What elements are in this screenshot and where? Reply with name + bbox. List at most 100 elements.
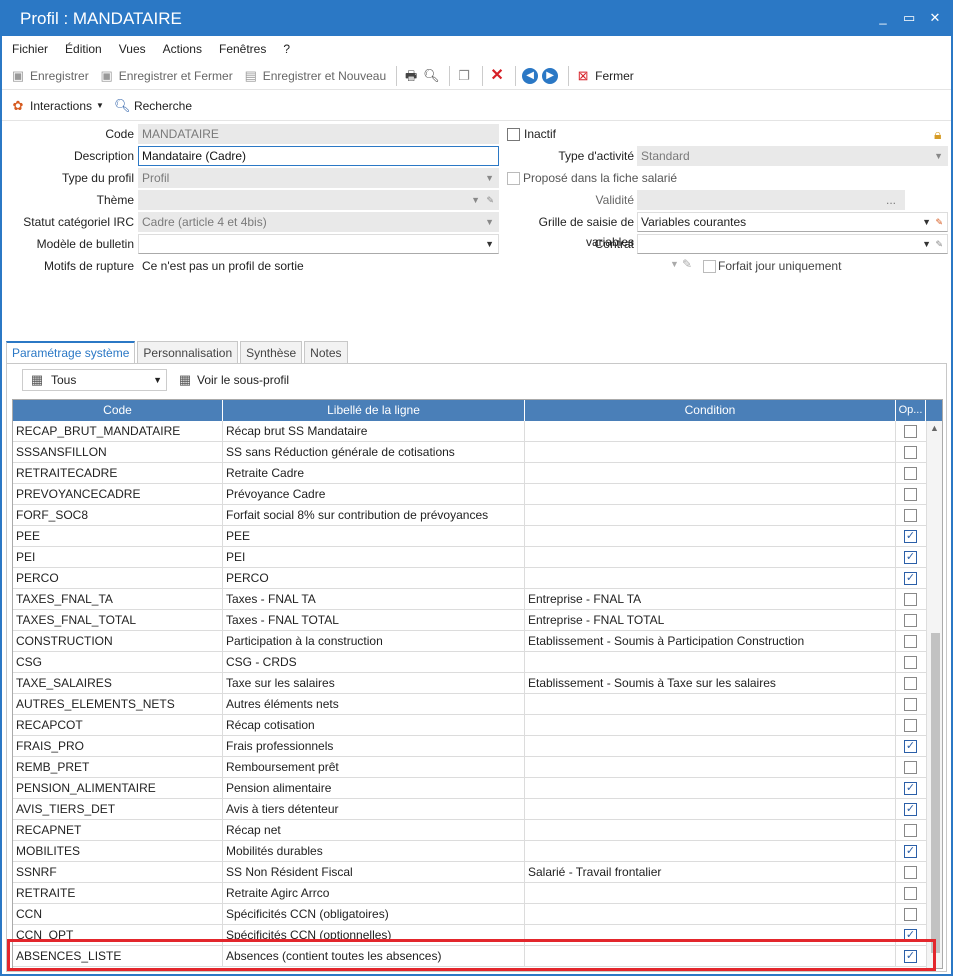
print-preview-button[interactable]: 🔍︎ bbox=[423, 68, 440, 84]
close-icon[interactable]: ✕ bbox=[929, 11, 941, 25]
checked-checkbox[interactable]: ✓ bbox=[904, 803, 917, 816]
unchecked-checkbox[interactable] bbox=[904, 866, 917, 879]
unchecked-checkbox[interactable] bbox=[904, 488, 917, 501]
table-row[interactable]: PEI PEI ✓ bbox=[13, 547, 926, 568]
previous-button[interactable]: ◀ bbox=[522, 67, 539, 84]
unchecked-checkbox[interactable] bbox=[904, 656, 917, 669]
table-row[interactable]: RETRAITECADRE Retraite Cadre bbox=[13, 463, 926, 484]
next-button[interactable]: ▶ bbox=[542, 67, 559, 84]
menu-vues[interactable]: Vues bbox=[119, 42, 146, 56]
unchecked-checkbox[interactable] bbox=[904, 824, 917, 837]
pencil-icon: ✎ bbox=[682, 257, 693, 271]
unchecked-checkbox[interactable] bbox=[904, 908, 917, 921]
table-row[interactable]: PEE PEE ✓ bbox=[13, 526, 926, 547]
chevron-down-icon[interactable]: ▼ bbox=[922, 213, 931, 231]
tab-parametrage-systeme[interactable]: Paramétrage système bbox=[6, 341, 136, 364]
column-header-code[interactable]: Code bbox=[13, 400, 223, 421]
print-button[interactable]: 🖶 bbox=[403, 68, 419, 84]
table-row[interactable]: AVIS_TIERS_DET Avis à tiers détenteur ✓ bbox=[13, 799, 926, 820]
unchecked-checkbox[interactable] bbox=[904, 467, 917, 480]
chevron-down-icon[interactable]: ▼ bbox=[485, 235, 494, 253]
pencil-icon[interactable]: ✎ bbox=[935, 213, 943, 231]
tab-personnalisation[interactable]: Personnalisation bbox=[137, 341, 239, 364]
save-button[interactable]: ▣ Enregistrer bbox=[10, 68, 89, 84]
menu-actions[interactable]: Actions bbox=[163, 42, 202, 56]
modele-select[interactable]: ▼ bbox=[138, 234, 499, 254]
checked-checkbox[interactable]: ✓ bbox=[904, 530, 917, 543]
vertical-scrollbar[interactable]: ▲ bbox=[926, 421, 942, 968]
save-close-button[interactable]: ▣ Enregistrer et Fermer bbox=[99, 68, 233, 84]
column-header-condition[interactable]: Condition bbox=[525, 400, 896, 421]
menu-fenetres[interactable]: Fenêtres bbox=[219, 42, 266, 56]
contrat-select[interactable]: ▼ ✎ bbox=[637, 234, 948, 254]
table-row[interactable]: AUTRES_ELEMENTS_NETS Autres éléments nets bbox=[13, 694, 926, 715]
unchecked-checkbox[interactable] bbox=[904, 677, 917, 690]
row-condition-cell bbox=[525, 883, 896, 904]
checked-checkbox[interactable]: ✓ bbox=[904, 740, 917, 753]
search-button[interactable]: 🔍︎ Recherche bbox=[114, 98, 192, 114]
interactions-menu[interactable]: ✿ Interactions ▼ bbox=[10, 98, 104, 114]
unchecked-checkbox[interactable] bbox=[904, 446, 917, 459]
scroll-up-icon[interactable]: ▲ bbox=[930, 423, 939, 433]
row-label-cell: Retraite Agirc Arrco bbox=[223, 883, 525, 904]
forfait-label: Forfait jour uniquement bbox=[718, 259, 842, 273]
table-row[interactable]: REMB_PRET Remboursement prêt bbox=[13, 757, 926, 778]
table-row[interactable]: SSNRF SS Non Résident Fiscal Salarié - Tra… bbox=[13, 862, 926, 883]
table-row[interactable]: SSSANSFILLON SS sans Réduction générale d… bbox=[13, 442, 926, 463]
table-row[interactable]: FORF_SOC8 Forfait social 8% sur contribut… bbox=[13, 505, 926, 526]
menu-edition[interactable]: Édition bbox=[65, 42, 102, 56]
unchecked-checkbox[interactable] bbox=[904, 887, 917, 900]
checked-checkbox[interactable]: ✓ bbox=[904, 572, 917, 585]
view-subprofile-button[interactable]: ▦ Voir le sous-profil bbox=[177, 372, 289, 388]
row-label-cell: CSG - CRDS bbox=[223, 652, 525, 673]
unchecked-checkbox[interactable] bbox=[904, 593, 917, 606]
copy-button[interactable]: ❐ bbox=[456, 68, 472, 84]
table-row[interactable]: FRAIS_PRO Frais professionnels ✓ bbox=[13, 736, 926, 757]
tab-synthese[interactable]: Synthèse bbox=[240, 341, 303, 364]
table-row[interactable]: PERCO PERCO ✓ bbox=[13, 568, 926, 589]
description-input[interactable]: Mandataire (Cadre) bbox=[138, 146, 499, 166]
column-header-label[interactable]: Libellé de la ligne bbox=[223, 400, 525, 421]
filter-select[interactable]: ▦ Tous ▼ bbox=[22, 369, 167, 391]
table-row[interactable]: CSG CSG - CRDS bbox=[13, 652, 926, 673]
row-condition-cell: Entreprise - FNAL TA bbox=[525, 589, 896, 610]
minimize-icon[interactable]: _ bbox=[877, 11, 889, 25]
grille-select[interactable]: Variables courantes ▼ ✎ bbox=[637, 212, 948, 232]
unchecked-checkbox[interactable] bbox=[904, 509, 917, 522]
table-row[interactable]: RECAPCOT Récap cotisation bbox=[13, 715, 926, 736]
checked-checkbox[interactable]: ✓ bbox=[904, 845, 917, 858]
delete-button[interactable]: ✕ bbox=[489, 67, 505, 84]
unchecked-checkbox[interactable] bbox=[904, 719, 917, 732]
table-row[interactable]: MOBILITES Mobilités durables ✓ bbox=[13, 841, 926, 862]
tab-notes[interactable]: Notes bbox=[304, 341, 348, 364]
menu-fichier[interactable]: Fichier bbox=[12, 42, 48, 56]
unchecked-checkbox[interactable] bbox=[904, 761, 917, 774]
table-row[interactable]: PREVOYANCECADRE Prévoyance Cadre bbox=[13, 484, 926, 505]
unchecked-checkbox[interactable] bbox=[904, 635, 917, 648]
checked-checkbox[interactable]: ✓ bbox=[904, 551, 917, 564]
table-row[interactable]: RETRAITE Retraite Agirc Arrco bbox=[13, 883, 926, 904]
unchecked-checkbox[interactable] bbox=[904, 425, 917, 438]
save-new-button[interactable]: ▤ Enregistrer et Nouveau bbox=[243, 68, 387, 84]
chevron-down-icon[interactable]: ▼ bbox=[922, 235, 931, 253]
maximize-icon[interactable]: ▭ bbox=[903, 11, 915, 25]
row-code-cell: PEE bbox=[13, 526, 223, 547]
table-row[interactable]: PENSION_ALIMENTAIRE Pension alimentaire ✓ bbox=[13, 778, 926, 799]
checked-checkbox[interactable]: ✓ bbox=[904, 782, 917, 795]
inactif-checkbox[interactable] bbox=[507, 128, 520, 141]
unchecked-checkbox[interactable] bbox=[904, 614, 917, 627]
row-code-cell: REMB_PRET bbox=[13, 757, 223, 778]
pencil-icon[interactable]: ✎ bbox=[935, 235, 943, 253]
table-row[interactable]: TAXES_FNAL_TA Taxes - FNAL TA Entreprise -… bbox=[13, 589, 926, 610]
table-row[interactable]: RECAP_BRUT_MANDATAIRE Récap brut SS Manda… bbox=[13, 421, 926, 442]
table-row[interactable]: TAXE_SALAIRES Taxe sur les salaires Etabli… bbox=[13, 673, 926, 694]
table-row[interactable]: CCN Spécificités CCN (obligatoires) bbox=[13, 904, 926, 925]
table-row[interactable]: RECAPNET Récap net bbox=[13, 820, 926, 841]
unchecked-checkbox[interactable] bbox=[904, 698, 917, 711]
close-form-button[interactable]: ⊠ Fermer bbox=[575, 68, 634, 84]
scrollbar-thumb[interactable] bbox=[931, 633, 940, 953]
menu-help[interactable]: ? bbox=[283, 42, 290, 56]
table-row[interactable]: TAXES_FNAL_TOTAL Taxes - FNAL TOTAL Entrep… bbox=[13, 610, 926, 631]
table-row[interactable]: CONSTRUCTION Participation à la construct… bbox=[13, 631, 926, 652]
column-header-optional[interactable]: Op... bbox=[896, 400, 926, 421]
